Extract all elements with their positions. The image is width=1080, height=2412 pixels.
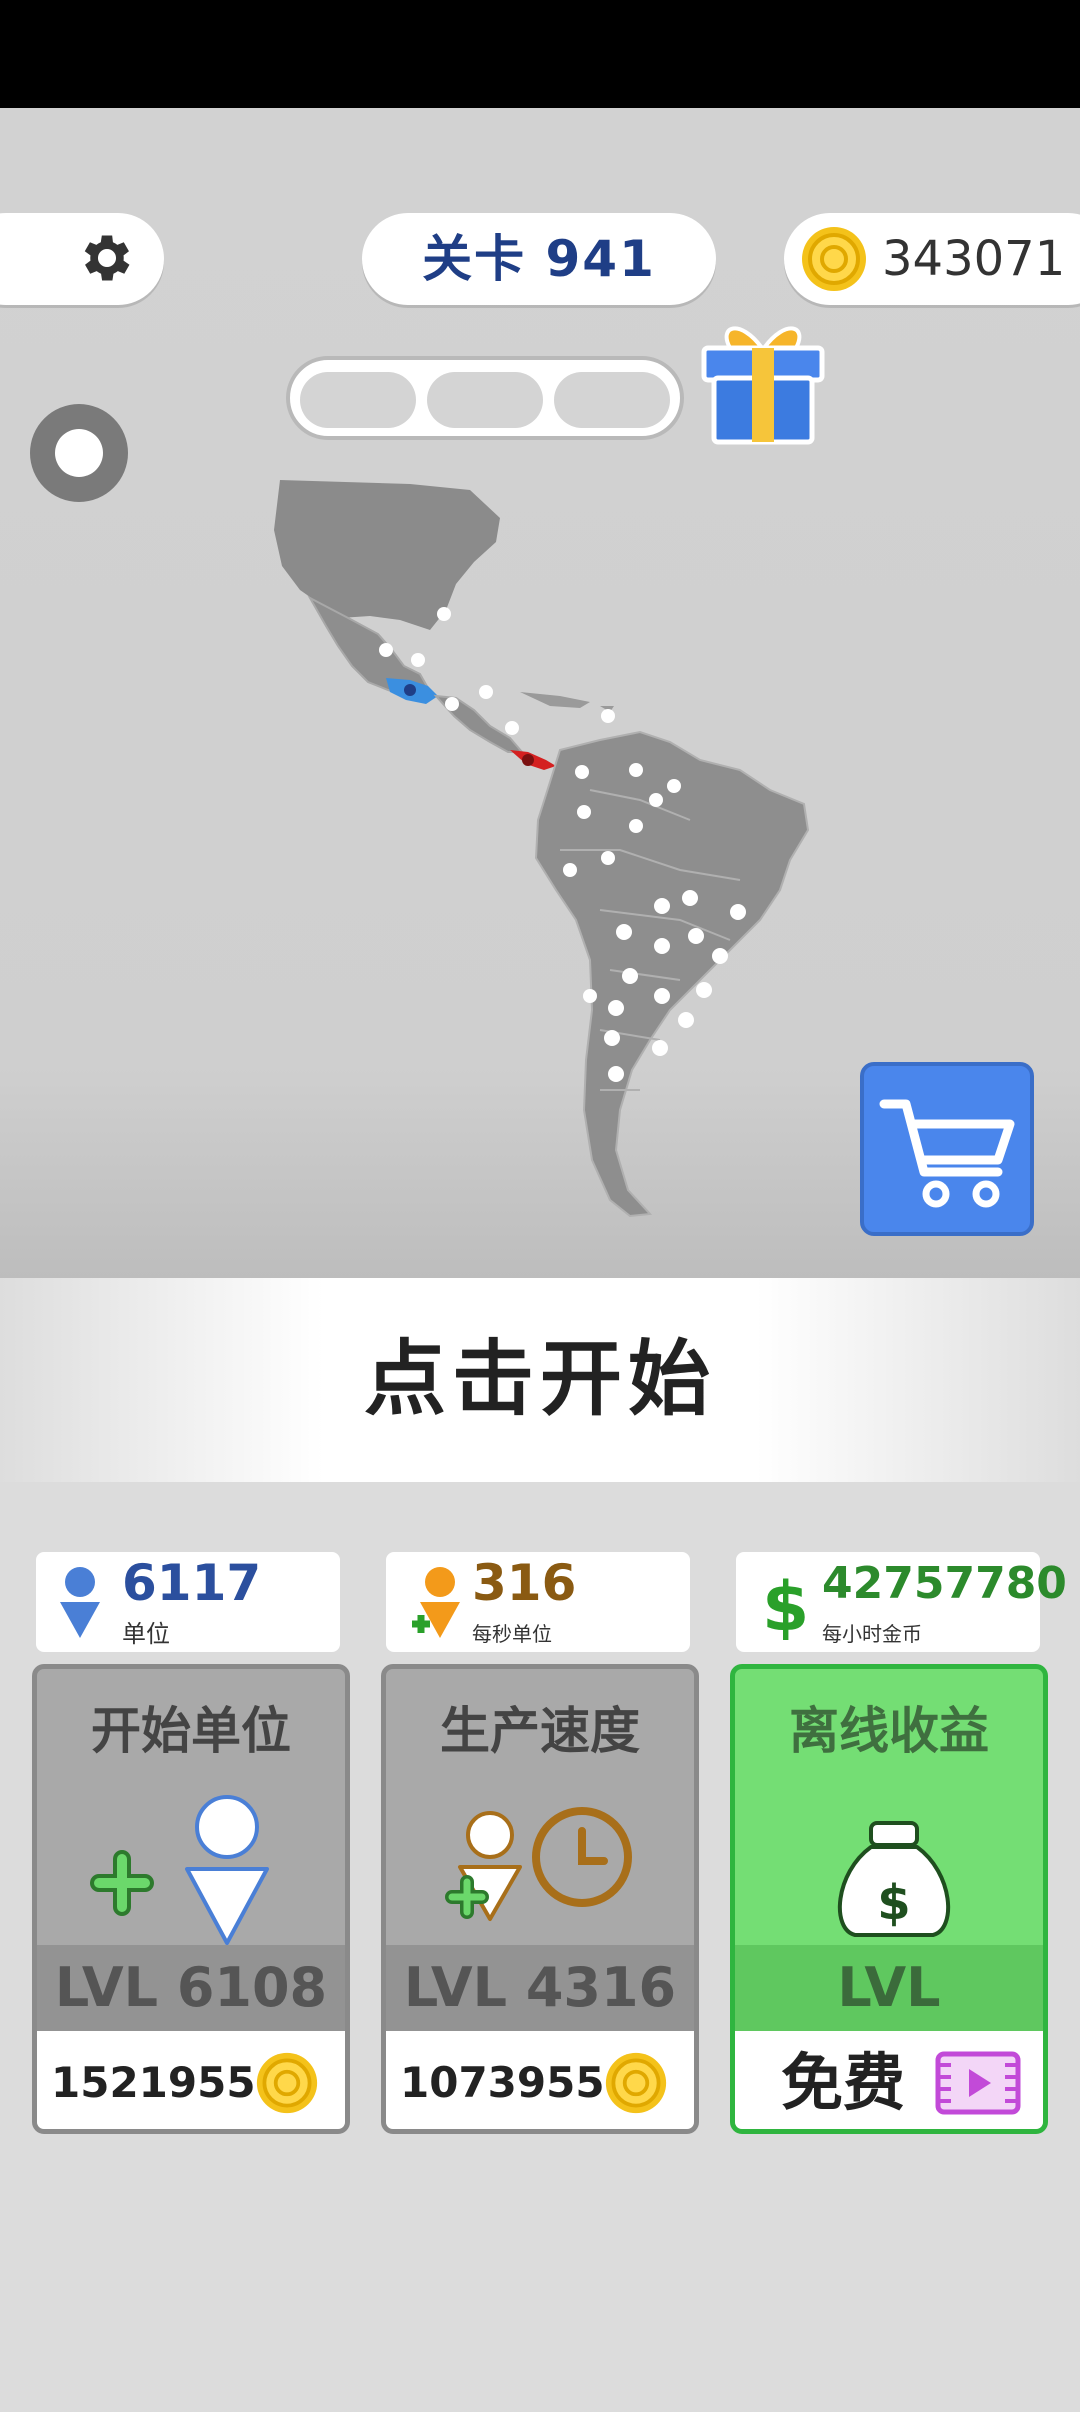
person-plus-icon	[412, 1567, 460, 1638]
upgrade-production-speed[interactable]: 生产速度 LVL 4316 1073955	[381, 1664, 699, 2134]
coin-icon	[256, 2052, 318, 2114]
money-bag-icon: $	[837, 1821, 951, 1937]
production-label: 每秒单位	[472, 1622, 552, 1646]
level-indicator: 关卡 941	[362, 213, 716, 305]
video-ad-icon	[935, 2051, 1021, 2115]
upgrade-start-units[interactable]: 开始单位 LVL 6108 1521955	[32, 1664, 350, 2134]
upgrade-offline-income[interactable]: 离线收益 $ LVL 17193 免费	[730, 1664, 1048, 2134]
free-label: 免费	[781, 2046, 906, 2119]
card-title: 开始单位	[91, 1702, 291, 1760]
card-level: LVL 17193	[735, 1945, 1043, 2105]
coin-amount: 343071	[882, 231, 1066, 287]
production-speed-icon	[445, 1807, 632, 1921]
coin-balance: 343071	[784, 213, 1080, 305]
level-progress-bar	[286, 356, 684, 440]
tap-to-start[interactable]: 点击开始	[0, 1278, 1080, 1482]
record-button[interactable]	[30, 404, 128, 502]
stat-units: 6117 单位	[36, 1552, 340, 1652]
stat-income: $ 42757780 每小时金币	[736, 1552, 1067, 1652]
cost-value: 1521955	[51, 2058, 256, 2107]
dollar-icon: $	[762, 1568, 808, 1642]
person-icon	[60, 1567, 100, 1638]
income-value: 42757780	[822, 1558, 1067, 1609]
shop-button[interactable]	[860, 1062, 1034, 1236]
stat-production: 316 每秒单位	[386, 1552, 690, 1652]
progress-segment	[554, 372, 670, 428]
svg-text:$: $	[877, 1875, 910, 1931]
gift-icon[interactable]	[700, 318, 826, 446]
add-unit-icon	[90, 1795, 269, 1945]
card-level: LVL 6108	[37, 1945, 345, 2031]
coin-icon	[605, 2052, 667, 2114]
svg-text:$: $	[762, 1568, 808, 1642]
shopping-cart-icon	[879, 1099, 1015, 1208]
status-bar	[0, 0, 1080, 108]
progress-segment	[300, 372, 416, 428]
cost-value: 1073955	[400, 2058, 605, 2107]
level-label: 关卡 941	[422, 230, 656, 288]
card-cost: 1521955	[37, 2031, 345, 2129]
income-label: 每小时金币	[822, 1622, 922, 1646]
coin-icon	[802, 227, 866, 291]
card-title: 离线收益	[789, 1702, 989, 1760]
units-label: 单位	[122, 1620, 170, 1648]
progress-segment	[427, 372, 543, 428]
start-prompt: 点击开始	[363, 1332, 716, 1427]
card-level: LVL 4316	[386, 1945, 694, 2031]
production-value: 316	[472, 1554, 577, 1612]
gear-icon	[84, 235, 130, 281]
world-map[interactable]	[260, 470, 820, 1230]
card-cost: 免费	[735, 2031, 1043, 2129]
card-cost: 1073955	[386, 2031, 694, 2129]
settings-button[interactable]	[0, 213, 164, 305]
card-title: 生产速度	[440, 1702, 640, 1760]
units-value: 6117	[122, 1554, 262, 1612]
